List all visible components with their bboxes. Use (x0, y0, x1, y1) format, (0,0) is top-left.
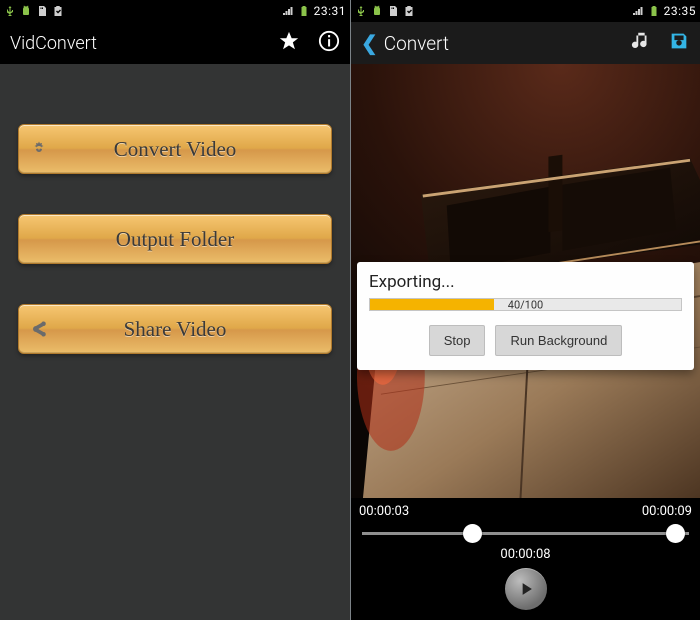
back-button[interactable]: ❮ (361, 31, 378, 55)
output-folder-button[interactable]: Output Folder (18, 214, 332, 264)
status-bar: 23:35 (351, 0, 700, 22)
trim-end-time: 00:00:09 (642, 504, 692, 519)
convert-video-label: Convert Video (59, 137, 331, 162)
trim-start-handle[interactable] (463, 524, 482, 543)
status-clock: 23:31 (314, 4, 346, 18)
signal-icon (632, 5, 644, 17)
signal-icon (282, 5, 294, 17)
export-dialog-title: Exporting... (369, 272, 682, 292)
screen-vidconvert-home: 23:31 VidConvert Convert Video Output Fo… (0, 0, 350, 620)
share-icon (19, 320, 59, 338)
current-time: 00:00:08 (500, 547, 550, 562)
run-background-button[interactable]: Run Background (495, 325, 622, 356)
playback-controls: 00:00:03 00:00:09 00:00:08 (351, 498, 700, 620)
gear-sun-icon (19, 140, 59, 158)
video-preview: Exporting... 40/100 Stop Run Background (351, 64, 700, 498)
stop-button[interactable]: Stop (429, 325, 486, 356)
play-icon (516, 579, 536, 599)
battery-icon (648, 5, 660, 17)
output-folder-label: Output Folder (59, 227, 331, 252)
progress-label: 40/100 (508, 298, 543, 311)
clipboard-icon (403, 5, 415, 17)
clipboard-icon (52, 5, 64, 17)
seek-track[interactable]: 00:00:08 (359, 522, 692, 546)
trim-start-time: 00:00:03 (359, 504, 409, 519)
favorite-icon[interactable] (278, 30, 300, 57)
play-button[interactable] (505, 568, 547, 610)
save-icon[interactable] (668, 30, 690, 57)
progress-bar: 40/100 (369, 298, 682, 311)
main-menu: Convert Video Output Folder Share Video (0, 64, 350, 354)
app-header: VidConvert (0, 22, 350, 64)
android-icon (20, 5, 32, 17)
export-dialog: Exporting... 40/100 Stop Run Background (357, 262, 694, 370)
status-bar: 23:31 (0, 0, 350, 22)
usb-icon (355, 5, 367, 17)
sd-icon (387, 5, 399, 17)
screen-convert: 23:35 ❮ Convert (350, 0, 700, 620)
usb-icon (4, 5, 16, 17)
sd-icon (36, 5, 48, 17)
convert-title: Convert (384, 32, 449, 55)
android-icon (371, 5, 383, 17)
share-video-button[interactable]: Share Video (18, 304, 332, 354)
status-clock: 23:35 (664, 4, 696, 18)
trim-end-handle[interactable] (666, 524, 685, 543)
music-icon[interactable] (630, 30, 652, 57)
progress-fill (370, 299, 494, 310)
info-icon[interactable] (318, 30, 340, 57)
battery-icon (298, 5, 310, 17)
convert-header: ❮ Convert (351, 22, 700, 64)
app-title: VidConvert (10, 33, 97, 54)
share-video-label: Share Video (59, 317, 331, 342)
convert-video-button[interactable]: Convert Video (18, 124, 332, 174)
